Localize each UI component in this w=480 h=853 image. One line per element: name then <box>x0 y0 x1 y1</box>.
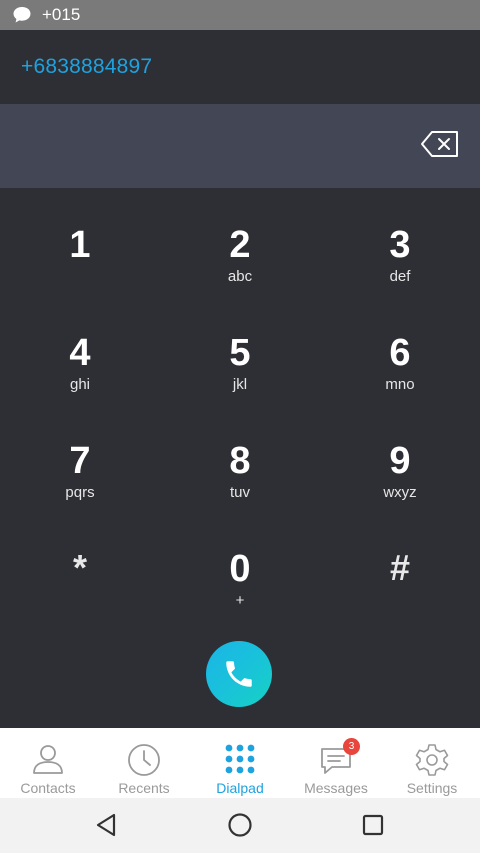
key-hash[interactable]: # <box>320 512 480 620</box>
key-4[interactable]: 4 ghi <box>0 296 160 404</box>
tab-messages[interactable]: 3 Messages <box>288 728 384 798</box>
tab-label: Recents <box>118 780 170 796</box>
key-0[interactable]: 0 + <box>160 512 320 620</box>
tab-settings[interactable]: Settings <box>384 728 480 798</box>
back-triangle-icon <box>96 813 116 837</box>
tab-label: Settings <box>406 780 458 796</box>
key-2[interactable]: 2 abc <box>160 188 320 296</box>
key-5[interactable]: 5 jkl <box>160 296 320 404</box>
key-letters: ghi <box>69 376 91 393</box>
key-8[interactable]: 8 tuv <box>160 404 320 512</box>
key-letters: abc <box>227 268 253 285</box>
key-letters: def <box>389 268 411 285</box>
key-9[interactable]: 9 wxyz <box>320 404 480 512</box>
backspace-icon <box>421 131 458 157</box>
number-entry-bar <box>0 104 480 188</box>
recents-apps-button[interactable] <box>358 810 388 840</box>
unread-badge: 3 <box>343 738 360 755</box>
key-6[interactable]: 6 mno <box>320 296 480 404</box>
chat-bubble-icon <box>12 5 32 25</box>
overview-square-icon <box>362 814 384 836</box>
key-letters: jkl <box>232 376 248 393</box>
caller-id-number: +6838884897 <box>21 55 153 78</box>
key-digit: 4 <box>69 332 91 374</box>
key-1[interactable]: 1 <box>0 188 160 296</box>
backspace-button[interactable] <box>420 129 460 159</box>
tab-dialpad[interactable]: Dialpad <box>192 728 288 798</box>
status-bar: +015 <box>0 0 480 30</box>
key-digit: 0 <box>229 548 251 590</box>
call-button[interactable] <box>206 641 272 707</box>
phone-icon <box>226 661 252 687</box>
tab-recents[interactable]: Recents <box>96 728 192 798</box>
key-letters: + <box>235 592 245 609</box>
home-circle-icon <box>228 813 252 837</box>
tab-label: Dialpad <box>216 780 264 796</box>
gear-icon <box>414 742 450 778</box>
status-text: +015 <box>42 5 81 24</box>
key-digit: * <box>72 547 87 588</box>
key-letters: pqrs <box>65 484 95 501</box>
tab-contacts[interactable]: Contacts <box>0 728 96 798</box>
system-navigation-bar <box>0 798 480 853</box>
key-digit: 2 <box>229 224 251 266</box>
back-button[interactable] <box>92 810 122 840</box>
key-letters: mno <box>385 376 415 393</box>
tab-label: Contacts <box>20 780 76 796</box>
header: +6838884897 <box>0 30 480 104</box>
key-3[interactable]: 3 def <box>320 188 480 296</box>
key-digit: # <box>389 547 411 588</box>
clock-icon <box>126 742 162 778</box>
key-digit: 3 <box>389 224 411 266</box>
key-digit: 1 <box>69 224 91 266</box>
key-digit: 6 <box>389 332 411 374</box>
person-icon <box>30 742 66 778</box>
key-digit: 8 <box>229 440 251 482</box>
key-digit: 5 <box>229 332 251 374</box>
home-button[interactable] <box>225 810 255 840</box>
key-letters: wxyz <box>383 484 417 501</box>
key-7[interactable]: 7 pqrs <box>0 404 160 512</box>
dialpad-grid-icon <box>222 742 258 778</box>
message-icon: 3 <box>318 738 360 778</box>
key-digit: 7 <box>69 440 91 482</box>
key-star[interactable]: * <box>0 512 160 620</box>
bottom-tab-bar: Contacts Recents Dialpad 3 Messages Sett… <box>0 728 480 798</box>
key-digit: 9 <box>389 440 411 482</box>
tab-label: Messages <box>304 780 368 796</box>
key-letters: tuv <box>229 484 250 501</box>
